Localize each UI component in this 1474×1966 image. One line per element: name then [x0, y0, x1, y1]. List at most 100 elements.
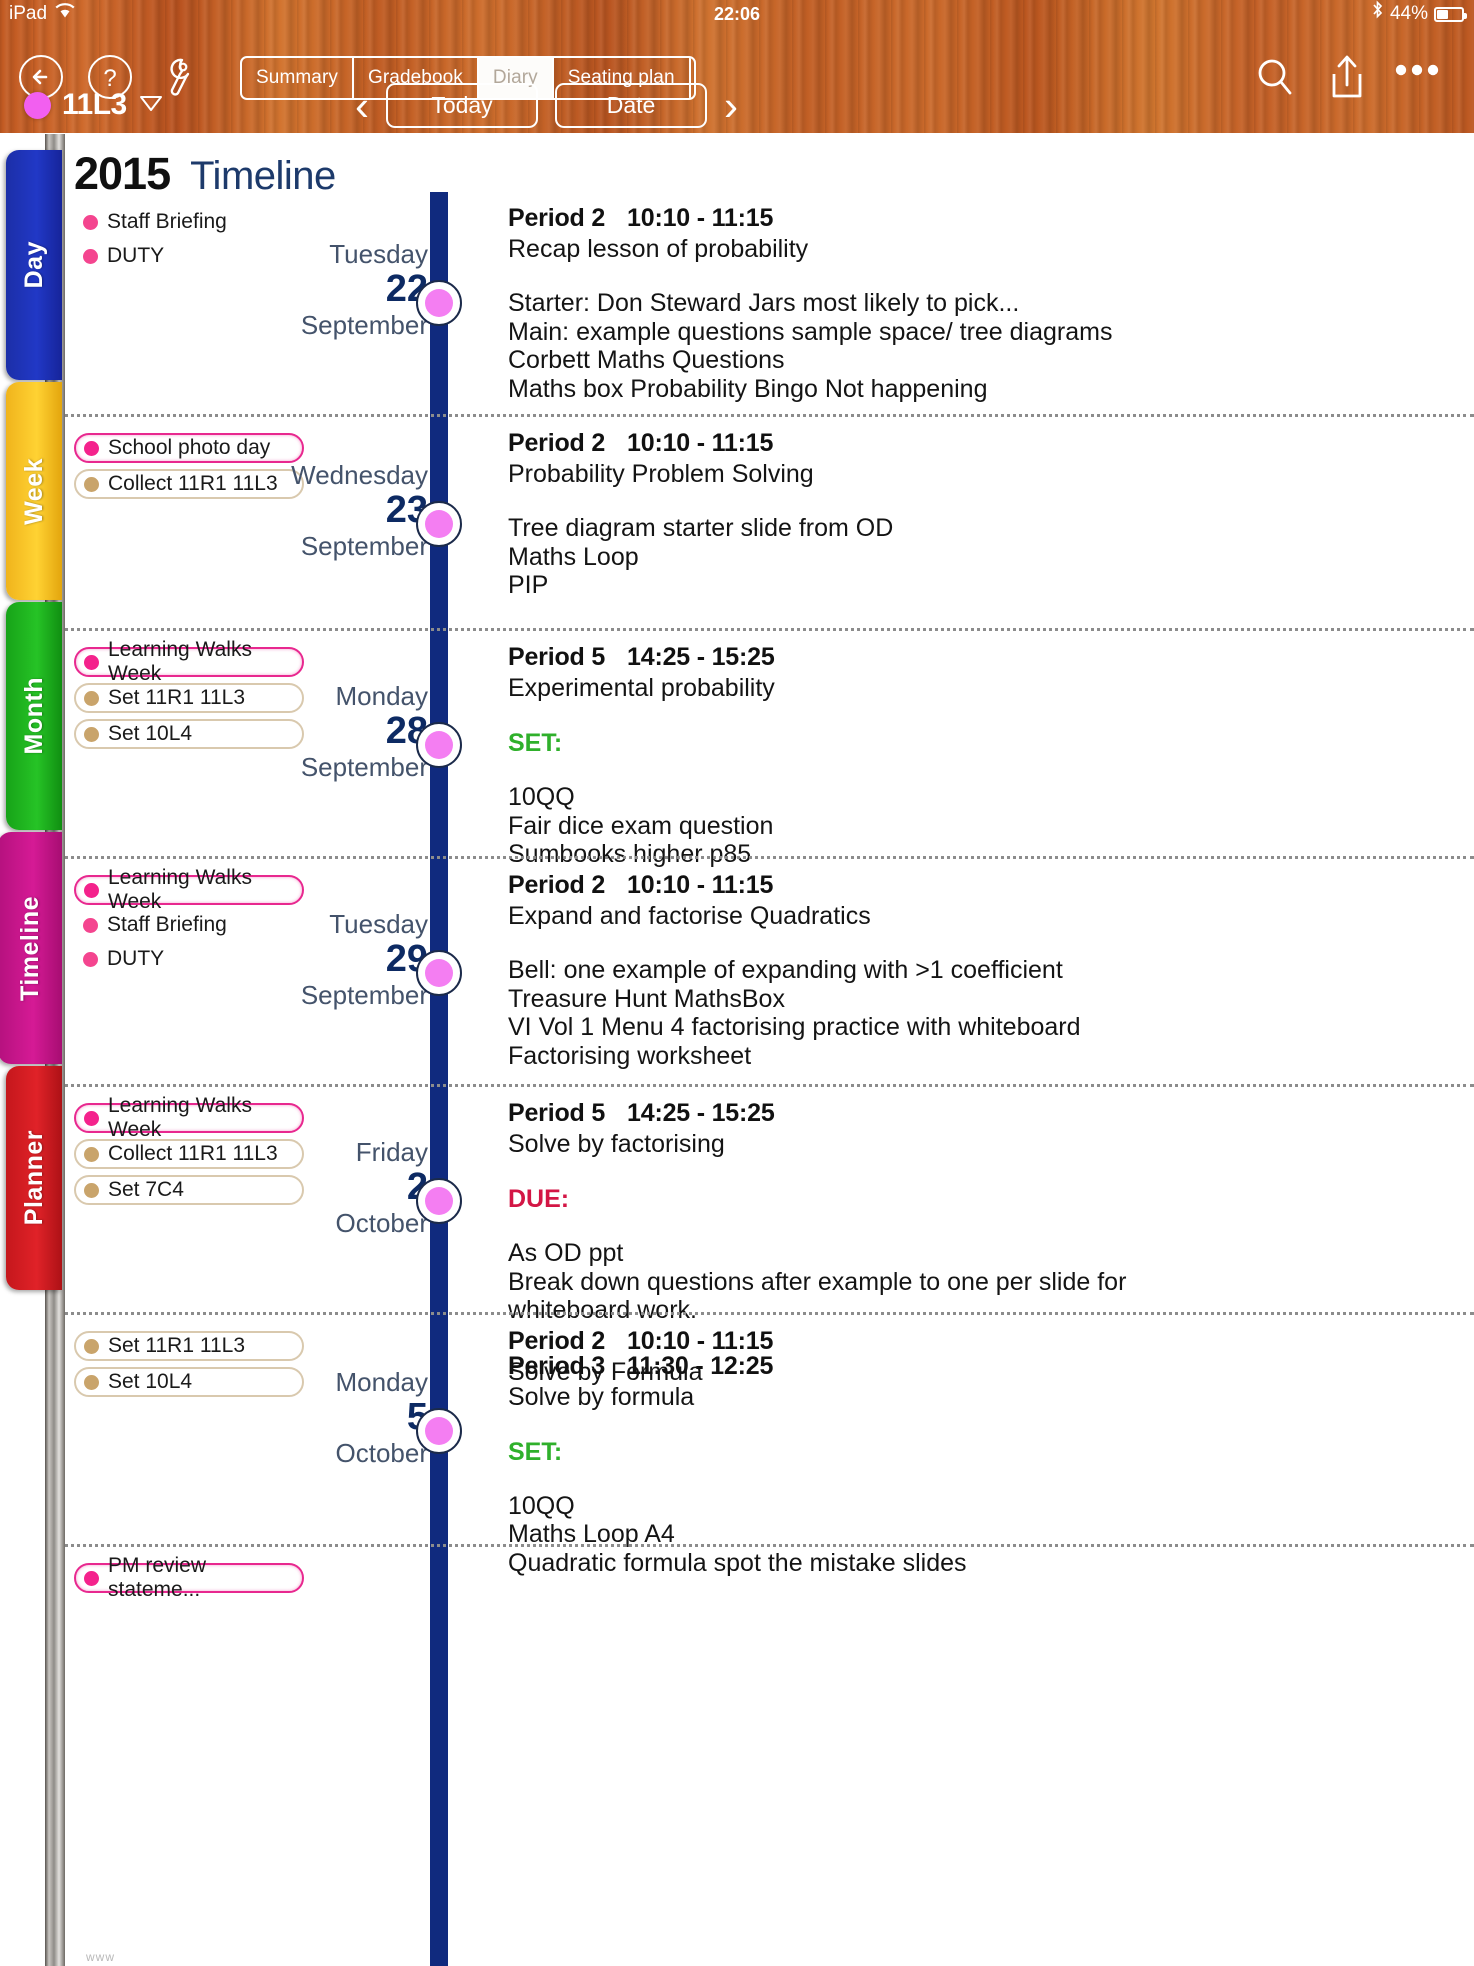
more-dots-icon[interactable]: [1394, 62, 1440, 83]
day-number-label: 2: [406, 1166, 428, 1209]
event-color-dot: [83, 917, 98, 933]
timeline-node[interactable]: [416, 1178, 462, 1224]
lesson-period-label: Period 2: [508, 429, 606, 457]
event-chip[interactable]: Set 11R1 11L3: [74, 1331, 304, 1361]
date-button[interactable]: Date: [555, 83, 707, 128]
lesson-period-header: Period 2 10:10 - 11:15: [508, 1327, 1448, 1356]
event-color-dot: [84, 1374, 99, 1390]
timeline-row[interactable]: PM review stateme...: [64, 1544, 1474, 1784]
ios-status-bar: iPad 22:06 44%: [0, 0, 1474, 28]
lesson-period-label: Period 5: [508, 1099, 606, 1127]
lesson-period-header: Period 2 10:10 - 11:15: [508, 204, 1448, 233]
lesson-note-line: Treasure Hunt MathsBox: [508, 984, 785, 1013]
lesson-note-line: VI Vol 1 Menu 4 factorising practice wit…: [508, 1013, 1081, 1041]
sidebar-item-month[interactable]: Month: [6, 602, 62, 830]
day-of-week-label: Tuesday: [329, 909, 428, 939]
chevron-down-icon[interactable]: [138, 93, 164, 118]
clock-time: 22:06: [713, 4, 761, 24]
lesson-topic-label: Recap lesson of probability: [508, 235, 809, 263]
event-chip[interactable]: Learning Walks Week: [74, 638, 304, 685]
timeline-row[interactable]: Learning Walks Week Staff Briefing DUTY Tue…: [64, 856, 1474, 1084]
timeline-node[interactable]: [416, 722, 462, 768]
lesson-note-line: Bell: one example of expanding with >1 c…: [508, 956, 1063, 984]
event-color-dot: [83, 951, 98, 967]
event-color-dot: [84, 1110, 99, 1126]
timeline-node[interactable]: [416, 280, 462, 326]
timeline-node-dot: [425, 1417, 453, 1445]
lesson-note-line: Break down questions after example to on…: [508, 1267, 1127, 1296]
secondary-toolbar: 11L3 ‹ Today Date ›: [0, 82, 1474, 133]
timeline-row[interactable]: Staff Briefing DUTY Tuesday 22 September Peri…: [64, 192, 1474, 414]
lesson-notes: Starter: Don Steward Jars most likely to…: [508, 290, 1448, 402]
timeline-row[interactable]: Learning Walks Week Collect 11R1 11L3 Set …: [64, 1084, 1474, 1576]
set-tag-label: SET:: [508, 729, 563, 757]
battery-percent-label: 44%: [1389, 3, 1428, 24]
lesson-notes: As OD ppt Break down questions after exam…: [508, 1240, 1448, 1324]
day-number-label: 28: [385, 710, 428, 753]
event-color-dot: [84, 1338, 99, 1354]
chevron-right-icon[interactable]: ›: [724, 83, 738, 128]
lesson-notes: Tree diagram starter slide from OD Maths …: [508, 515, 1448, 599]
event-chip-label: Staff Briefing: [107, 913, 227, 936]
chevron-left-icon[interactable]: ‹: [355, 83, 369, 128]
lesson-topic-label: Expand and factorise Quadratics: [508, 902, 871, 930]
lesson-note-line: Maths box Probability Bingo Not happenin…: [508, 374, 988, 403]
event-chip[interactable]: Learning Walks Week: [74, 1094, 304, 1141]
day-of-week-label: Wednesday: [291, 460, 428, 490]
lesson-topic-label: Experimental probability: [508, 674, 775, 702]
lesson-topic-label: Probability Problem Solving: [508, 460, 814, 488]
lesson-note-line: Corbett Maths Questions: [508, 346, 785, 374]
day-event-chips: PM review stateme...: [74, 1554, 304, 1601]
sidebar-item-week[interactable]: Week: [6, 382, 62, 600]
today-button[interactable]: Today: [386, 83, 538, 128]
sidebar-item-day[interactable]: Day: [6, 150, 62, 380]
day-of-week-label: Monday: [335, 681, 429, 711]
timeline-row[interactable]: School photo day Collect 11R1 11L3 Wednesd…: [64, 414, 1474, 628]
sidebar-item-label: Planner: [19, 1130, 48, 1226]
timeline-rows[interactable]: Staff Briefing DUTY Tuesday 22 September Peri…: [64, 192, 1474, 1784]
watermark: www: [86, 1950, 115, 1964]
event-color-dot: [84, 690, 99, 706]
bluetooth-icon: [1371, 0, 1384, 28]
month-label: September: [300, 309, 428, 340]
event-chip-label: Learning Walks Week: [108, 866, 252, 913]
lesson-time-label: 10:10 - 11:15: [627, 871, 774, 899]
timeline-node[interactable]: [416, 501, 462, 547]
lesson-time-label: 10:10 - 11:15: [627, 204, 774, 232]
event-color-dot: [84, 1146, 99, 1162]
event-chip-label: Set 7C4: [108, 1178, 184, 1201]
lesson-period-label: Period 2: [508, 871, 606, 899]
event-color-dot: [84, 1570, 99, 1586]
event-chip-label: Set 11R1 11L3: [108, 1334, 245, 1357]
timeline-row[interactable]: Learning Walks Week Set 11R1 11L3 Set 10L4…: [64, 628, 1474, 867]
event-chip[interactable]: School photo day: [74, 433, 304, 463]
date-column: Wednesday 23 September: [228, 460, 428, 560]
lesson-topic-label: Solve by Formula: [508, 1358, 703, 1386]
event-color-dot: [83, 248, 98, 264]
day-of-week-label: Monday: [335, 1367, 429, 1397]
month-label: September: [300, 751, 428, 782]
timeline-row[interactable]: Set 11R1 11L3 Set 10L4 Monday 5 October Perio…: [64, 1312, 1474, 1544]
timeline-node-dot: [425, 731, 453, 759]
sidebar-item-timeline[interactable]: Timeline: [0, 832, 62, 1064]
lesson-detail-panel: Period 2 10:10 - 11:15 Solve by Formula: [508, 1327, 1448, 1387]
event-chip-label: School photo day: [108, 436, 271, 459]
sidebar-item-planner[interactable]: Planner: [6, 1066, 62, 1290]
lesson-detail-panel: Period 2 10:10 - 11:15 Probability Problem…: [508, 429, 1448, 601]
lesson-note-line: Factorising worksheet: [508, 1041, 752, 1070]
event-chip[interactable]: PM review stateme...: [74, 1554, 304, 1601]
event-chip-label: Learning Walks Week: [108, 1094, 252, 1141]
event-chip-label: Set 10L4: [108, 722, 193, 745]
event-chip[interactable]: Learning Walks Week: [74, 866, 304, 913]
diary-page: 2015 Timeline Staff Briefing DUTY Tuesday 2…: [64, 134, 1474, 1966]
timeline-node[interactable]: [416, 1408, 462, 1454]
class-selector[interactable]: 11L3: [24, 88, 164, 122]
lesson-detail-panel: Period 2 10:10 - 11:15 Expand and factoris…: [508, 871, 1448, 1071]
primary-toolbar: ? Summary Gradebook Diary Seating plan ○…: [0, 26, 1474, 100]
timeline-node[interactable]: [416, 950, 462, 996]
month-label: October: [335, 1207, 429, 1238]
event-color-dot: [84, 726, 99, 742]
event-chip[interactable]: Staff Briefing: [74, 208, 304, 236]
event-color-dot: [84, 476, 99, 492]
lesson-note-line: Maths Loop: [508, 542, 639, 571]
